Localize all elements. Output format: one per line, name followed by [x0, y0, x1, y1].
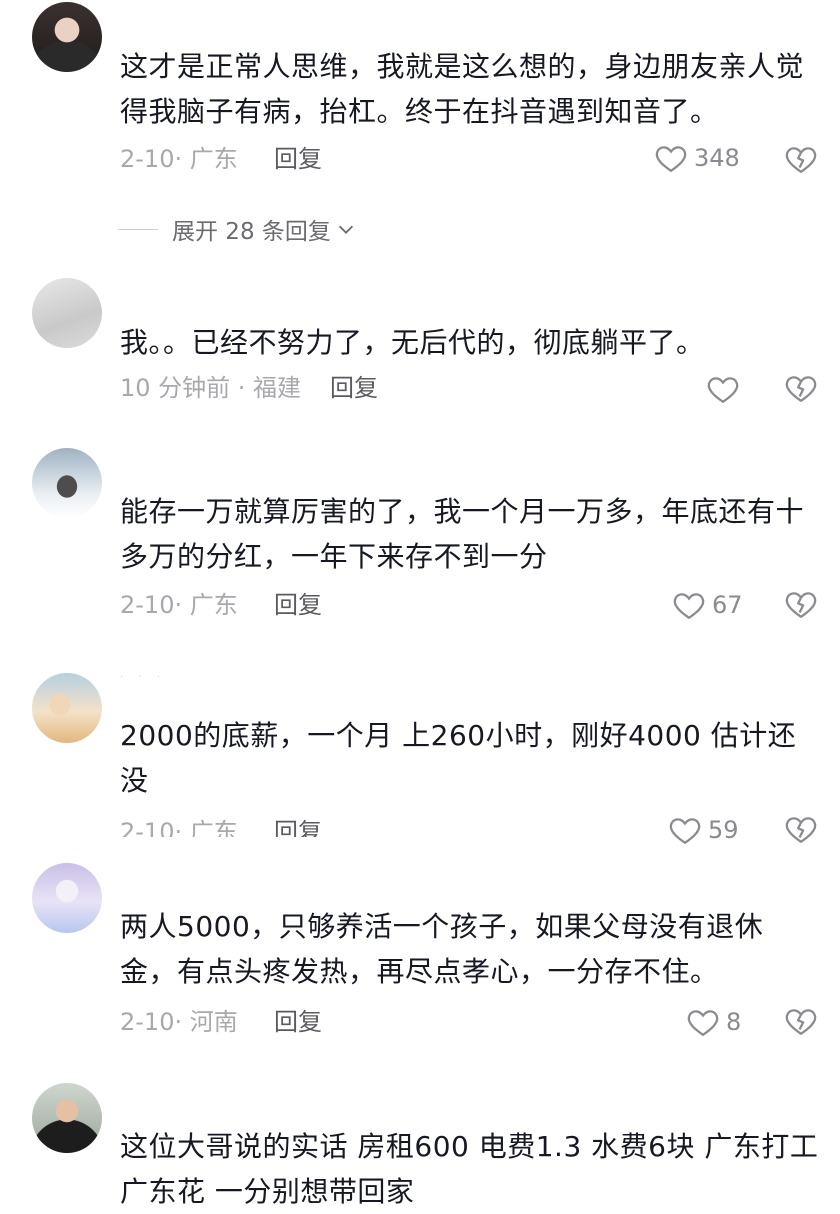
- comment-meta: 2-10· 广东: [120, 145, 238, 173]
- reply-button[interactable]: 回复: [330, 373, 378, 403]
- like-count: 67: [712, 591, 743, 619]
- comment-text: 2000的底薪，一个月 上260小时，刚好4000 估计还没: [120, 719, 797, 797]
- avatar[interactable]: [32, 863, 102, 933]
- broken-heart-icon[interactable]: [784, 1004, 818, 1038]
- like-button[interactable]: 348: [654, 140, 740, 176]
- reply-button[interactable]: 回复: [274, 144, 322, 174]
- heart-icon: [655, 146, 687, 173]
- reply-button[interactable]: 回复: [274, 1007, 322, 1037]
- comment-text: 能存一万就算厉害的了，我一个月一万多，年底还有十多万的分红，一年下来存不到一分: [120, 495, 805, 573]
- like-button[interactable]: 67: [672, 587, 743, 623]
- expand-replies-label: 展开 28 条回复: [172, 219, 331, 245]
- avatar[interactable]: [32, 278, 102, 348]
- comment-text: 我。。已经不努力了，无后代的，彻底躺平了。: [120, 326, 705, 359]
- heart-icon: [669, 818, 701, 845]
- broken-heart-icon[interactable]: [784, 371, 818, 405]
- broken-heart-icon[interactable]: [784, 812, 818, 846]
- divider-line: [118, 228, 158, 230]
- like-button[interactable]: [706, 371, 740, 407]
- avatar[interactable]: [32, 1083, 102, 1153]
- comment-meta: 10 分钟前 · 福建: [120, 374, 302, 402]
- heart-icon: [673, 593, 705, 620]
- avatar[interactable]: [32, 673, 102, 743]
- like-count: 8: [726, 1008, 742, 1036]
- comment-text: 两人5000，只够养活一个孩子，如果父母没有退休金，有点头疼发热，再尽点孝心，一…: [120, 910, 764, 988]
- like-button[interactable]: 59: [668, 812, 739, 848]
- username-faint: · · ·: [120, 672, 166, 683]
- broken-heart-icon[interactable]: [784, 142, 818, 176]
- comment-meta: 2-10· 广东: [120, 591, 238, 619]
- reply-button[interactable]: 回复: [274, 590, 322, 620]
- comment-meta: 2-10· 广东: [120, 818, 238, 837]
- avatar[interactable]: [32, 2, 102, 72]
- avatar[interactable]: [32, 448, 102, 518]
- chevron-down-icon: [338, 225, 353, 234]
- like-count: 348: [694, 144, 740, 172]
- like-count: 59: [708, 816, 739, 844]
- comment-meta: 2-10· 河南: [120, 1008, 238, 1036]
- reply-button[interactable]: 回复: [274, 817, 322, 837]
- heart-icon: [707, 377, 739, 404]
- like-button[interactable]: 8: [686, 1004, 741, 1040]
- expand-replies-button[interactable]: 展开 28 条回复: [118, 212, 357, 246]
- heart-icon: [687, 1010, 719, 1037]
- comment-text: 这位大哥说的实话 房租600 电费1.3 水费6块 广东打工广东花 一分别想带回…: [120, 1130, 819, 1208]
- comment-text: 这才是正常人思维，我就是这么想的，身边朋友亲人觉得我脑子有病，抬杠。终于在抖音遇…: [120, 50, 805, 128]
- broken-heart-icon[interactable]: [784, 587, 818, 621]
